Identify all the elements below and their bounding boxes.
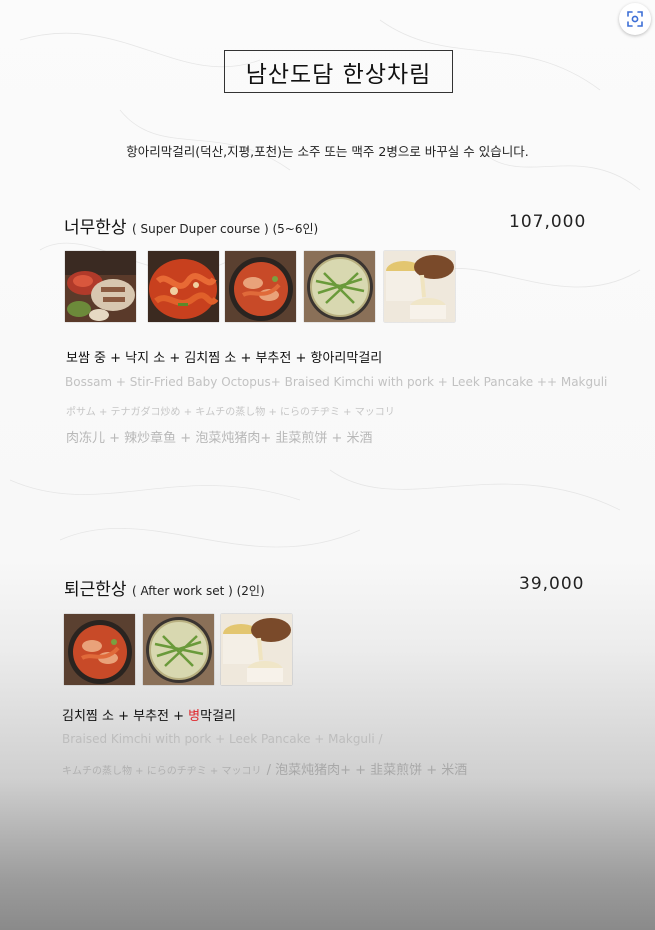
course-2-chinese-items: / 泡菜炖猪肉+ + 韭菜煎饼 + 米酒 <box>266 763 468 778</box>
makgeolli-photo <box>221 614 292 685</box>
bossam-photo <box>65 251 136 322</box>
makgeolli-note: 항아리막걸리(덕산,지평,포천)는 소주 또는 맥주 2병으로 바꾸실 수 있습… <box>126 144 529 159</box>
course-name-nomu: 너무한상 ( Super Duper course ) (5~6인) <box>64 213 318 238</box>
korean-items-prefix: 김치찜 소 + 부추전 + <box>62 709 189 724</box>
course-price: 107,000 <box>509 212 587 232</box>
korean-items-suffix: 막걸리 <box>200 709 237 724</box>
scan-image-button[interactable] <box>619 3 651 35</box>
leek-pancake-photo <box>304 251 375 322</box>
course-subtitle: ( Super Duper course ) (5~6인) <box>131 222 319 236</box>
makgeolli-photo <box>384 251 455 322</box>
bottle-highlight: 병 <box>188 709 201 724</box>
course-2-korean-items: 김치찜 소 + 부추전 + 병막걸리 <box>62 705 236 724</box>
course-title: 퇴근한상 <box>64 580 127 600</box>
course-title: 너무한상 <box>64 218 127 238</box>
course-2-english-items: Braised Kimchi with pork + Leek Pancake … <box>62 732 383 746</box>
course-name-toegeun: 퇴근한상 ( After work set ) (2인) <box>64 575 265 600</box>
scan-icon <box>627 11 643 27</box>
course-1-korean-items: 보쌈 중 + 낙지 소 + 김치찜 소 + 부추전 + 항아리막걸리 <box>66 351 383 366</box>
course-2-japanese-items: キムチの蒸し物 + にらのチヂミ + マッコリ <box>62 766 262 777</box>
kimchi-stew-photo <box>64 614 135 685</box>
leek-pancake-photo <box>143 614 214 685</box>
paper-texture <box>9 19 641 548</box>
course-2-jp-cn-items: キムチの蒸し物 + にらのチヂミ + マッコリ / 泡菜炖猪肉+ + 韭菜煎饼 … <box>62 759 467 778</box>
octopus-photo <box>148 251 219 322</box>
course-1-japanese-items: ポサム + テナガダコ炒め + キムチの蒸し物 + にらのチヂミ + マッコリ <box>66 407 395 418</box>
menu-title: 남산도담 한상차림 <box>224 50 453 93</box>
course-1-english-items: Bossam + Stir-Fried Baby Octopus+ Braise… <box>65 375 608 389</box>
course-1-chinese-items: 肉冻儿 + 辣炒章鱼 + 泡菜炖猪肉+ 韭菜煎饼 + 米酒 <box>66 431 373 446</box>
course-subtitle: ( After work set ) (2인) <box>131 584 265 598</box>
kimchi-stew-photo <box>225 251 296 322</box>
course-price: 39,000 <box>519 574 585 594</box>
